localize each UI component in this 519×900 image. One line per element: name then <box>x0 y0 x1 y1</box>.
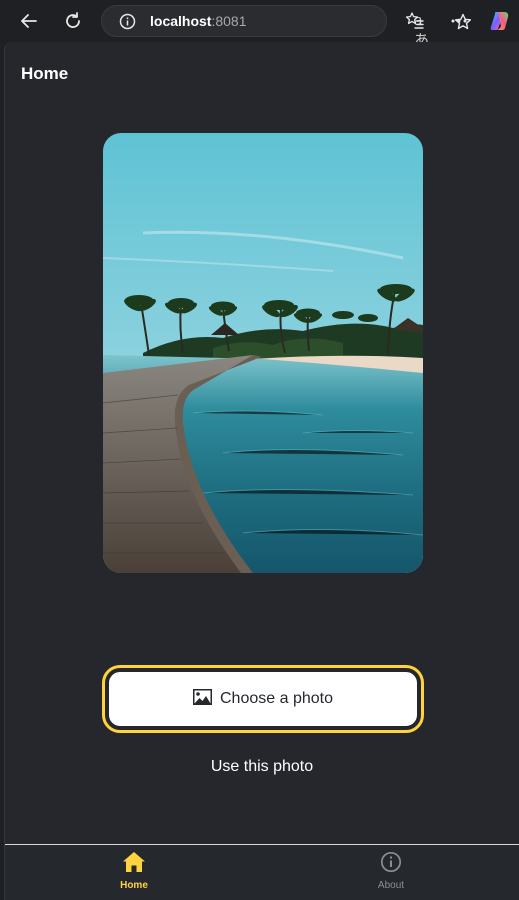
browser-toolbar: localhost:8081 aあ <box>0 0 519 49</box>
tab-bar: Home About <box>5 844 519 900</box>
url-text: localhost:8081 <box>150 13 247 29</box>
back-arrow-icon[interactable] <box>17 9 41 33</box>
address-bar[interactable]: localhost:8081 aあ <box>101 5 472 49</box>
tab-about-label: About <box>377 880 405 891</box>
page-title: Home <box>21 64 69 83</box>
tab-home[interactable]: Home <box>104 851 164 897</box>
copilot-icon[interactable] <box>488 9 512 33</box>
tab-about[interactable]: About <box>361 851 421 897</box>
info-circle-icon <box>380 851 402 878</box>
tab-home-label: Home <box>120 880 148 891</box>
choose-photo-button[interactable]: Choose a photo <box>108 671 418 727</box>
info-icon[interactable] <box>119 13 136 35</box>
url-host: localhost <box>150 13 212 29</box>
refresh-icon[interactable] <box>61 9 85 33</box>
home-icon <box>122 851 146 878</box>
url-port: :8081 <box>211 13 247 29</box>
beach-photo <box>103 133 423 573</box>
favorites-icon[interactable] <box>403 9 427 33</box>
use-photo-button[interactable]: Use this photo <box>162 758 362 782</box>
more-icon[interactable] <box>447 9 471 33</box>
choose-photo-label: Choose a photo <box>220 690 333 707</box>
app-window: Home Choose a photo Use this photo Home … <box>4 42 519 900</box>
image-icon <box>193 688 212 710</box>
choose-photo-focus-ring: Choose a photo <box>102 665 424 733</box>
